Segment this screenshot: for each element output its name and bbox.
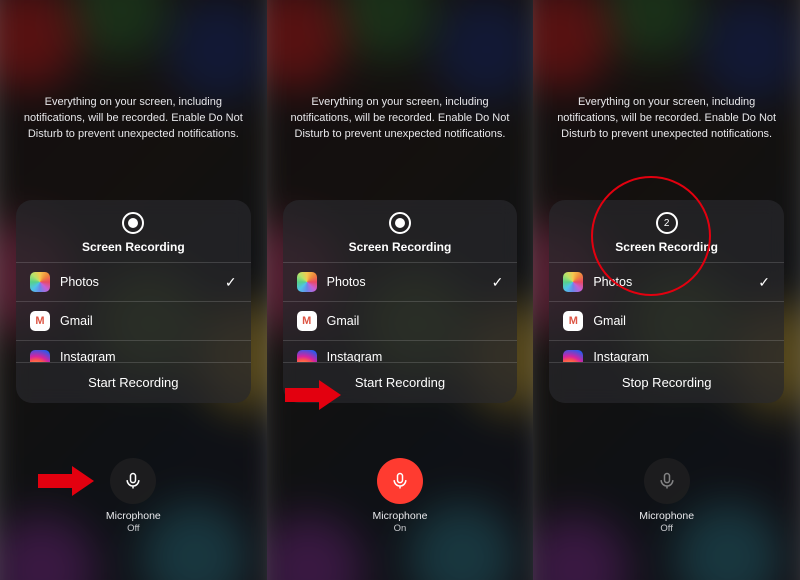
app-label: Photos xyxy=(60,275,215,289)
microphone-state: Off xyxy=(106,523,161,535)
microphone-toggle[interactable] xyxy=(644,458,690,504)
app-row-photos[interactable]: Photos ✓ xyxy=(16,262,251,301)
microphone-state: Off xyxy=(639,523,694,535)
countdown-badge: 2 xyxy=(656,212,678,234)
microphone-icon xyxy=(123,471,143,491)
instagram-icon xyxy=(297,350,317,362)
microphone-label: Microphone Off xyxy=(106,510,161,535)
checkmark-icon: ✓ xyxy=(225,274,237,291)
microphone-toggle[interactable] xyxy=(110,458,156,504)
app-row-gmail[interactable]: M Gmail xyxy=(16,301,251,340)
photos-icon xyxy=(563,272,583,292)
microphone-icon xyxy=(390,471,410,491)
gmail-icon: M xyxy=(297,311,317,331)
screen-recording-card: Screen Recording Photos ✓ M Gmail Instag… xyxy=(16,200,251,403)
stop-recording-button[interactable]: Stop Recording xyxy=(549,362,784,403)
card-title: Screen Recording xyxy=(24,240,243,254)
panel-1: Everything on your screen, including not… xyxy=(0,0,267,580)
app-label: Gmail xyxy=(60,314,237,328)
panel-3: Everything on your screen, including not… xyxy=(533,0,800,580)
app-label: Instagram xyxy=(593,350,770,362)
app-row-instagram[interactable]: Instagram xyxy=(283,340,518,362)
microphone-icon xyxy=(657,471,677,491)
app-row-gmail[interactable]: M Gmail xyxy=(549,301,784,340)
microphone-label: Microphone Off xyxy=(639,510,694,535)
instagram-icon xyxy=(563,350,583,362)
card-title: Screen Recording xyxy=(557,240,776,254)
start-recording-button[interactable]: Start Recording xyxy=(283,362,518,403)
help-text: Everything on your screen, including not… xyxy=(551,95,782,143)
record-icon xyxy=(389,212,411,234)
checkmark-icon: ✓ xyxy=(492,274,504,291)
checkmark-icon: ✓ xyxy=(758,274,770,291)
microphone-state: On xyxy=(373,523,428,535)
app-label: Gmail xyxy=(327,314,504,328)
app-label: Instagram xyxy=(60,350,237,362)
instagram-icon xyxy=(30,350,50,362)
app-row-instagram[interactable]: Instagram xyxy=(16,340,251,362)
app-row-gmail[interactable]: M Gmail xyxy=(283,301,518,340)
screen-recording-card: 2 Screen Recording Photos ✓ M Gmail Inst… xyxy=(549,200,784,403)
app-label: Instagram xyxy=(327,350,504,362)
photos-icon xyxy=(30,272,50,292)
record-icon xyxy=(122,212,144,234)
screen-recording-card: Screen Recording Photos ✓ M Gmail Instag… xyxy=(283,200,518,403)
microphone-toggle[interactable] xyxy=(377,458,423,504)
card-title: Screen Recording xyxy=(291,240,510,254)
app-row-photos[interactable]: Photos ✓ xyxy=(283,262,518,301)
start-recording-button[interactable]: Start Recording xyxy=(16,362,251,403)
app-label: Photos xyxy=(593,275,748,289)
app-row-photos[interactable]: Photos ✓ xyxy=(549,262,784,301)
app-label: Gmail xyxy=(593,314,770,328)
help-text: Everything on your screen, including not… xyxy=(285,95,516,143)
help-text: Everything on your screen, including not… xyxy=(18,95,249,143)
gmail-icon: M xyxy=(563,311,583,331)
photos-icon xyxy=(297,272,317,292)
three-panel-tutorial: Everything on your screen, including not… xyxy=(0,0,800,580)
gmail-icon: M xyxy=(30,311,50,331)
app-label: Photos xyxy=(327,275,482,289)
panel-2: Everything on your screen, including not… xyxy=(267,0,534,580)
microphone-label: Microphone On xyxy=(373,510,428,535)
app-row-instagram[interactable]: Instagram xyxy=(549,340,784,362)
